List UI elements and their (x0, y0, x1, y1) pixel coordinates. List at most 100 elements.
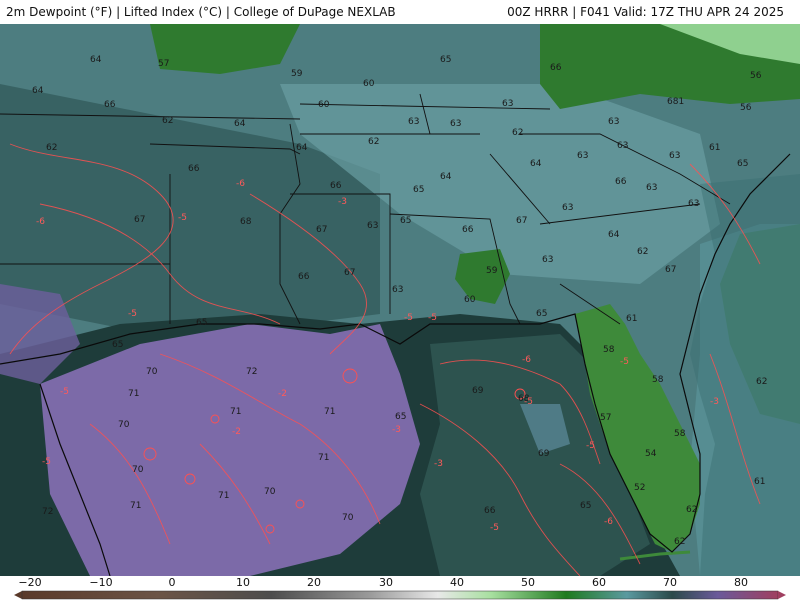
dewpoint-label: 65 (400, 216, 411, 226)
colorbar-tick: 0 (168, 576, 176, 589)
colorbar-ticks: −20 −10 0 10 20 30 40 50 60 70 80 (0, 576, 800, 589)
dewpoint-label: 72 (42, 507, 53, 517)
dewpoint-label: 63 (617, 141, 628, 151)
lifted-index-label: -2 (232, 427, 241, 437)
dewpoint-label: 62 (686, 505, 697, 515)
dewpoint-label: 67 (665, 265, 676, 275)
dewpoint-label: 62 (674, 537, 685, 547)
colorbar: −20 −10 0 10 20 30 40 50 60 70 80 (0, 576, 800, 600)
dewpoint-label: 56 (750, 71, 762, 81)
dewpoint-label: 67 (316, 225, 327, 235)
dewpoint-label: 60 (363, 79, 375, 89)
colorbar-tick: 70 (663, 576, 677, 589)
lifted-index-label: -5 (128, 309, 137, 319)
dewpoint-label: 61 (754, 477, 765, 487)
dewpoint-label: 71 (318, 453, 329, 463)
dewpoint-label: 52 (634, 483, 645, 493)
dewpoint-label: 61 (709, 143, 720, 153)
dewpoint-label: 70 (146, 367, 158, 377)
lifted-index-label: -5 (490, 523, 499, 533)
dewpoint-label: 66 (550, 63, 562, 73)
colorbar-tick: 80 (734, 576, 748, 589)
dewpoint-label: 63 (367, 221, 378, 231)
colorbar-tick: 60 (592, 576, 606, 589)
lifted-index-label: -3 (434, 459, 443, 469)
dewpoint-label: 65 (580, 501, 591, 511)
dewpoint-label: 58 (652, 375, 664, 385)
dewpoint-label: 71 (130, 501, 141, 511)
lifted-index-label: -3 (338, 197, 347, 207)
dewpoint-label: 63 (669, 151, 680, 161)
dewpoint-label: 65 (112, 340, 123, 350)
dewpoint-label: 67 (134, 215, 145, 225)
colorbar-tick: −10 (89, 576, 113, 589)
dewpoint-label: 66 (330, 181, 342, 191)
lifted-index-label: -5 (178, 213, 187, 223)
colorbar-tick: 50 (521, 576, 535, 589)
colorbar-tick: 20 (307, 576, 321, 589)
lifted-index-label: -5 (60, 387, 69, 397)
dewpoint-label: 62 (368, 137, 379, 147)
dewpoint-label: 64 (296, 143, 308, 153)
dewpoint-label: 58 (603, 345, 615, 355)
product-title: 2m Dewpoint (°F) | Lifted Index (°C) | C… (6, 5, 396, 19)
dewpoint-label: 69 (538, 449, 550, 459)
dewpoint-label: 70 (264, 487, 276, 497)
dewpoint-label: 63 (542, 255, 553, 265)
colorbar-strip (14, 590, 786, 600)
dewpoint-label: 71 (218, 491, 229, 501)
dewpoint-label: 62 (512, 128, 523, 138)
lifted-index-label: -5 (42, 457, 51, 467)
lifted-index-label: -2 (278, 389, 287, 399)
dewpoint-label: 62 (637, 247, 648, 257)
dewpoint-label: 66 (188, 164, 200, 174)
dewpoint-label: 65 (737, 159, 748, 169)
weather-map: 64 64 66 62 62 64 64 57 59 60 60 65 66 5… (0, 24, 800, 576)
valid-time-title: 00Z HRRR | F041 Valid: 17Z THU APR 24 20… (507, 5, 784, 19)
colorbar-tick: 30 (379, 576, 393, 589)
dewpoint-label: 65 (413, 185, 424, 195)
dewpoint-label: 64 (530, 159, 542, 169)
colorbar-tick: 10 (236, 576, 250, 589)
lifted-index-label: -3 (392, 425, 401, 435)
dewpoint-label: 64 (32, 86, 44, 96)
dewpoint-label: 65 (440, 55, 451, 65)
dewpoint-label: 64 (234, 119, 246, 129)
lifted-index-label: -6 (236, 179, 245, 189)
colorbar-tick: −20 (18, 576, 42, 589)
dewpoint-label: 59 (291, 69, 303, 79)
dewpoint-label: 63 (608, 117, 619, 127)
dewpoint-label: 61 (626, 314, 637, 324)
dewpoint-label: 57 (600, 413, 611, 423)
dewpoint-label: 63 (450, 119, 461, 129)
dewpoint-label: 65 (395, 412, 406, 422)
dewpoint-label: 60 (318, 100, 330, 110)
dewpoint-label: 64 (608, 230, 620, 240)
lifted-index-label: -5 (524, 397, 533, 407)
dewpoint-label: 62 (162, 116, 173, 126)
dewpoint-label: 63 (408, 117, 419, 127)
lifted-index-label: -3 (710, 397, 719, 407)
map-header: 2m Dewpoint (°F) | Lifted Index (°C) | C… (0, 0, 800, 24)
lifted-index-label: -5 (586, 441, 595, 451)
dewpoint-label: 69 (472, 386, 484, 396)
dewpoint-label: 66 (298, 272, 310, 282)
lifted-index-label: -6 (36, 217, 45, 227)
dewpoint-label: 65 (536, 309, 547, 319)
lifted-index-label: -5 (404, 313, 413, 323)
lifted-index-label: -6 (604, 517, 613, 527)
dewpoint-label: 70 (118, 420, 130, 430)
lifted-index-label: -5 (428, 313, 437, 323)
dewpoint-label: 66 (615, 177, 627, 187)
dewpoint-label: 71 (230, 407, 241, 417)
dewpoint-label: 64 (440, 172, 452, 182)
dewpoint-label: 56 (740, 103, 752, 113)
dewpoint-label: 681 (667, 97, 684, 107)
dewpoint-label: 58 (674, 429, 686, 439)
dewpoint-label: 66 (462, 225, 474, 235)
dewpoint-label: 59 (486, 266, 498, 276)
dewpoint-label: 60 (464, 295, 476, 305)
dewpoint-label: 72 (246, 367, 257, 377)
dewpoint-label: 63 (502, 99, 513, 109)
dewpoint-label: 70 (132, 465, 144, 475)
